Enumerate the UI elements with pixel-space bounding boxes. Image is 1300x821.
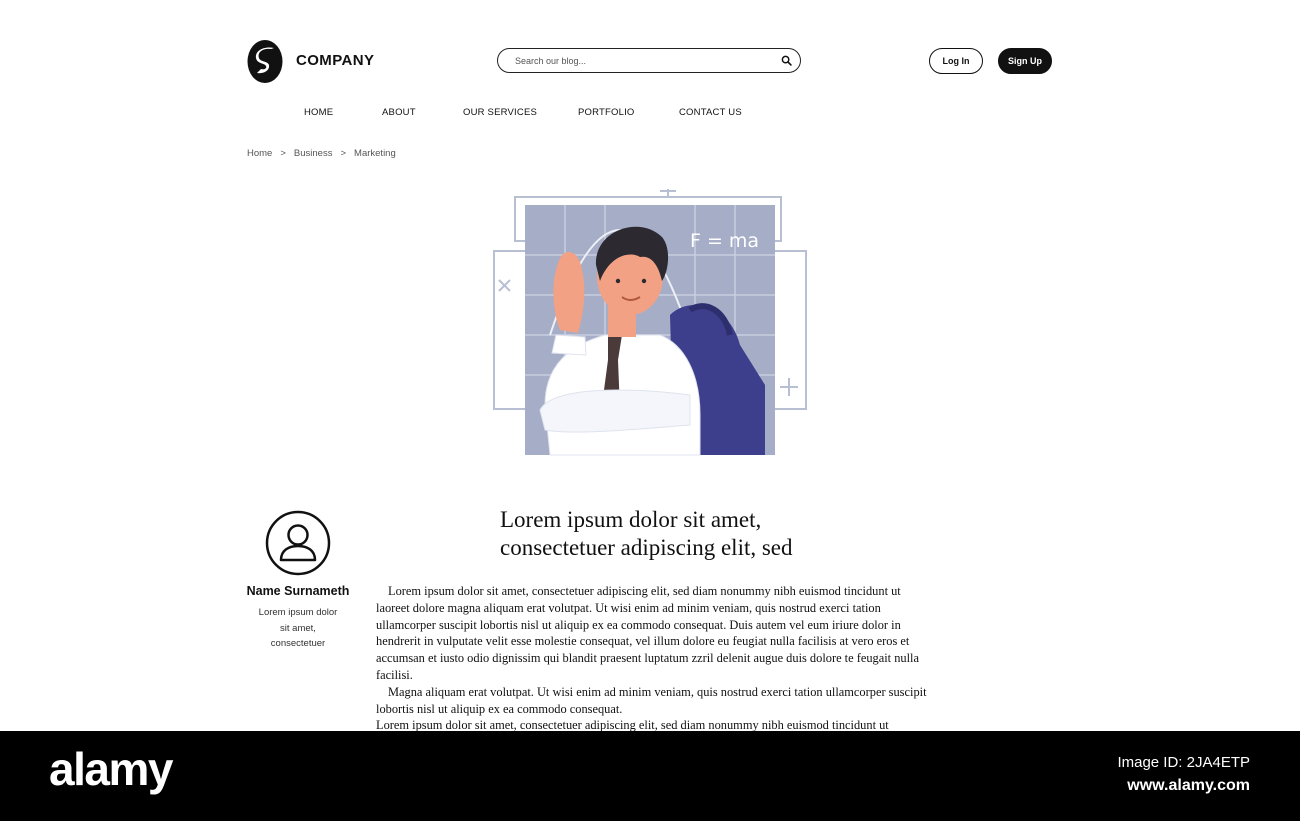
post-title-line: Lorem ipsum dolor sit amet, [500, 507, 762, 532]
company-logo-icon[interactable] [247, 40, 283, 83]
author-avatar-icon[interactable] [265, 510, 331, 576]
brand-name[interactable]: COMPANY [296, 52, 374, 69]
nav-item-about[interactable]: ABOUT [382, 107, 416, 118]
formula-text: F = ma [690, 230, 759, 252]
alamy-logo: alamy [49, 743, 173, 795]
author-bio: Lorem ipsum dolor sit amet, consectetuer [250, 605, 346, 652]
author-name[interactable]: Name Surnameth [240, 584, 356, 598]
nav-item-contact-us[interactable]: CONTACT US [679, 107, 742, 118]
search-icon[interactable] [781, 55, 792, 66]
breadcrumb-item-marketing[interactable]: Marketing [354, 148, 396, 159]
author-bio-line: consectetuer [270, 638, 326, 649]
author-bio-line: sit amet, [280, 622, 316, 634]
login-button[interactable]: Log In [929, 48, 983, 74]
post-body: Lorem ipsum dolor sit amet, consectetuer… [376, 583, 928, 734]
post-paragraph: Lorem ipsum dolor sit amet, consectetuer… [376, 584, 919, 682]
breadcrumb: Home > Business > Marketing [247, 148, 396, 159]
hero-illustration: F = ma [493, 189, 807, 456]
image-site-label: www.alamy.com [1127, 777, 1250, 794]
watermark-bar [0, 731, 1300, 821]
breadcrumb-item-home[interactable]: Home [247, 148, 272, 159]
breadcrumb-separator: > [280, 148, 286, 159]
image-id-label: Image ID: 2JA4ETP [1117, 754, 1250, 771]
post-title-line: consectetuer adipiscing elit, sed [500, 535, 793, 560]
post-paragraph: Magna aliquam erat volutpat. Ut wisi eni… [376, 684, 927, 716]
nav-item-our-services[interactable]: OUR SERVICES [463, 107, 537, 118]
author-bio-line: Lorem ipsum dolor [258, 607, 338, 618]
breadcrumb-item-business[interactable]: Business [294, 148, 333, 159]
search-bar[interactable] [497, 48, 801, 73]
search-input[interactable] [513, 54, 767, 67]
post-title: Lorem ipsum dolor sit amet, consectetuer… [500, 506, 840, 562]
nav-item-home[interactable]: HOME [304, 107, 333, 118]
breadcrumb-separator: > [340, 148, 347, 159]
nav-item-portfolio[interactable]: PORTFOLIO [578, 107, 635, 118]
signup-button[interactable]: Sign Up [998, 48, 1052, 74]
